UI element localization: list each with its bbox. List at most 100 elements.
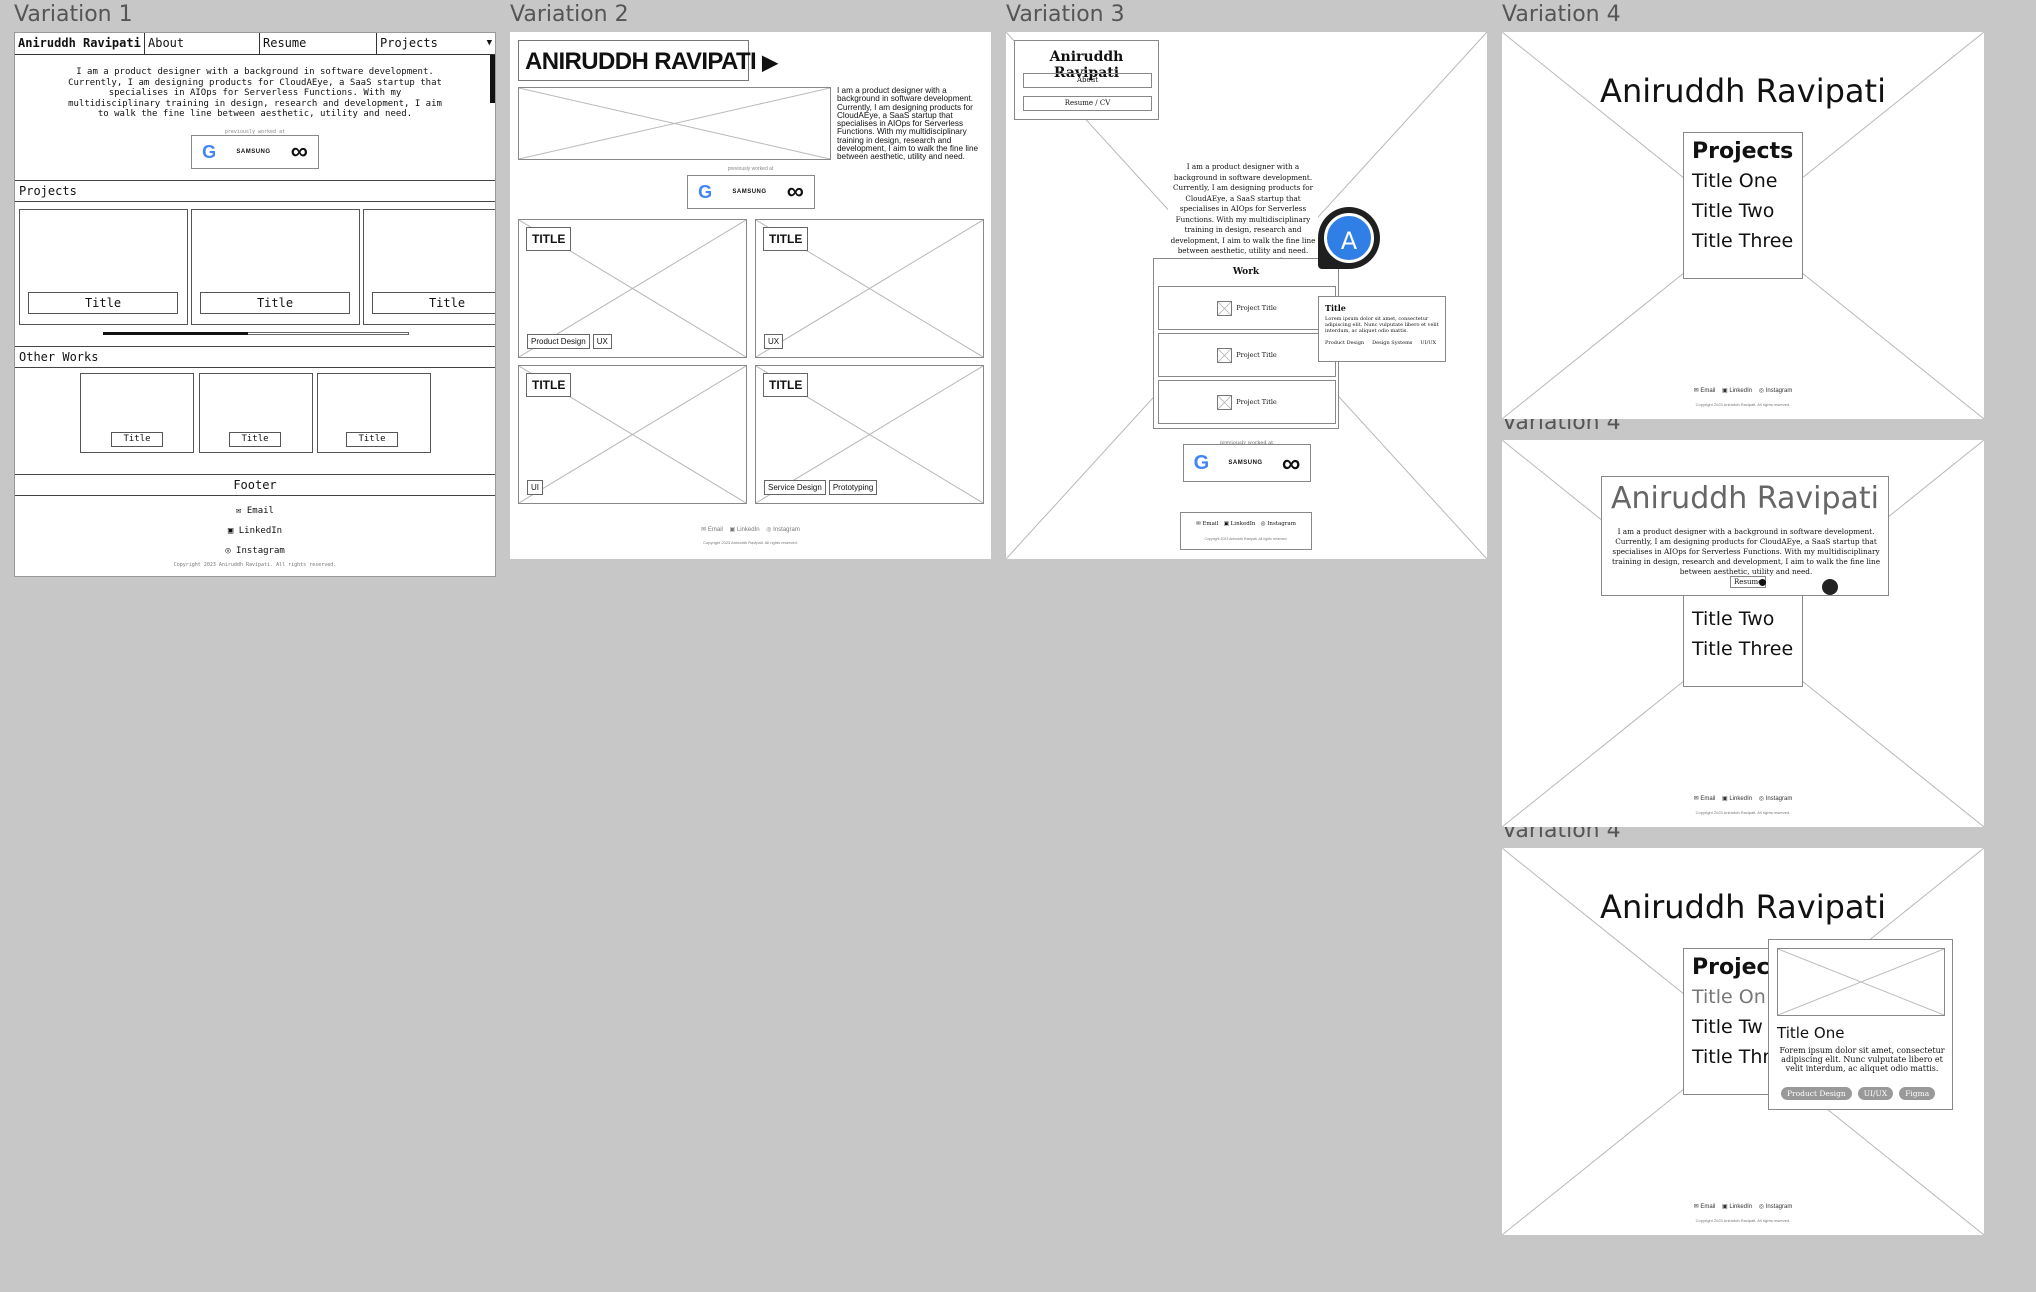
nav-resume[interactable]: Resume (260, 33, 377, 55)
design-canvas: Variation 1 Variation 2 Variation 3 Vari… (0, 0, 2036, 1292)
project-item[interactable]: Title Three (1692, 638, 1794, 660)
play-arrow-icon[interactable]: ▶ (762, 52, 777, 74)
linkedin-label: LinkedIn (238, 526, 283, 536)
project-card-title: Title (28, 292, 178, 314)
hero-image-placeholder (518, 87, 831, 160)
copyright: Copyright 2023 Aniruddh Ravipati. All ri… (1695, 402, 1791, 407)
email-label: Email (1700, 796, 1716, 802)
tag[interactable]: Figma (1899, 1087, 1936, 1100)
company-logos: G SAMSUNG ∞ (1183, 444, 1311, 482)
footer-linkedin-link[interactable]: ▣ LinkedIn (1224, 521, 1256, 527)
project-item[interactable]: Title One (1692, 170, 1794, 192)
frame-variation-3[interactable]: Aniruddh Ravipati About Resume / CV I am… (1006, 32, 1487, 559)
instagram-icon: ◎ (1758, 1204, 1766, 1210)
instagram-label: Instagram (1267, 521, 1296, 527)
project-item[interactable]: Project Title (1158, 286, 1336, 330)
scrollbar[interactable] (490, 55, 495, 103)
project-card[interactable]: TITLE UI (518, 365, 747, 504)
project-card[interactable]: TITLE Service Design Prototyping (755, 365, 984, 504)
projects-heading: Projects (1692, 139, 1794, 164)
project-tags: UI (527, 480, 543, 495)
tag[interactable]: Product Design (1781, 1087, 1852, 1100)
tag[interactable]: Prototyping (828, 480, 878, 495)
image-placeholder (1777, 948, 1945, 1016)
tag[interactable]: UI (527, 480, 543, 495)
google-logo: G (698, 181, 713, 202)
mail-icon: ✉ (701, 527, 708, 533)
footer-email-link[interactable]: ✉ Email (1694, 388, 1716, 394)
frame-label-variation-2[interactable]: Variation 2 (510, 2, 629, 27)
instagram-icon: ◎ (225, 546, 237, 556)
copyright: Copyright 2023 Aniruddh Ravipati. All ri… (1204, 537, 1288, 541)
popup-description: Lorem ipsum dolor sit amet, consectetur … (1325, 316, 1439, 335)
chevron-down-icon: ▼ (486, 38, 492, 48)
footer-instagram-link[interactable]: ◎ Instagram (1261, 521, 1296, 527)
frame-label-variation-3[interactable]: Variation 3 (1006, 2, 1125, 27)
nav-about[interactable]: About (145, 33, 260, 55)
frame-variation-1[interactable]: Aniruddh Ravipati About Resume Projects … (14, 32, 496, 577)
footer-linkedin-link[interactable]: ▣ LinkedIn (1722, 796, 1752, 802)
instagram-label: Instagram (236, 546, 285, 556)
footer-instagram-link[interactable]: ◎ Instagram (1759, 1204, 1793, 1210)
nav-about-button[interactable]: About (1023, 73, 1152, 88)
frame-variation-4b[interactable]: Projects Title One Title Two Title Three… (1502, 440, 1984, 827)
nav-bar: Aniruddh Ravipati About Resume Projects … (15, 33, 495, 55)
samsung-logo: SAMSUNG (1228, 460, 1263, 466)
frame-label-variation-1[interactable]: Variation 1 (14, 2, 133, 27)
footer-linkedin-link[interactable]: ▣ LinkedIn (1722, 388, 1752, 394)
image-placeholder-icon (1217, 300, 1233, 316)
project-card-title: TITLE (763, 227, 809, 251)
footer-linkedin-link[interactable]: ▣ LinkedIn (730, 527, 760, 533)
nav-projects-label: Projects (380, 36, 438, 50)
nav-brand[interactable]: Aniruddh Ravipati (15, 33, 145, 55)
footer-email-link[interactable]: ✉ Email (1694, 1204, 1716, 1210)
linkedin-icon: ▣ (227, 526, 239, 536)
footer-instagram-link[interactable]: ◎ Instagram (766, 527, 800, 533)
frame-label-variation-4a[interactable]: Variation 4 (1502, 2, 1621, 27)
copyright: Copyright 2023 Aniruddh Ravipati. All ri… (1695, 810, 1791, 815)
project-item[interactable]: Title Two (1692, 200, 1794, 222)
nav-resume-button[interactable]: Resume / CV (1023, 96, 1152, 111)
popup-title: Title (1325, 303, 1346, 313)
project-card[interactable]: TITLE Product Design UX (518, 219, 747, 358)
tag[interactable]: UX (764, 334, 784, 349)
toggle-dot[interactable] (1822, 579, 1838, 595)
footer-email-link[interactable]: ✉ Email (1196, 521, 1218, 527)
frame-variation-4c[interactable]: Aniruddh Ravipati Projec Title On Title … (1502, 848, 1984, 1235)
project-tags: Product Design UX (527, 334, 612, 349)
project-preview-popup: Title One Forem ipsum dolor sit amet, co… (1768, 939, 1953, 1110)
avatar[interactable]: A (1324, 213, 1374, 263)
project-item[interactable]: Project Title (1158, 333, 1336, 377)
frame-variation-2[interactable]: ANIRUDDH RAVIPATI ▶ I am a product desig… (510, 32, 991, 559)
other-works-heading: Other Works (15, 346, 495, 368)
tag[interactable]: UI/UX (1857, 1087, 1894, 1100)
frame-variation-4a[interactable]: Aniruddh Ravipati Projects Title One Tit… (1502, 32, 1984, 419)
footer-email-link[interactable]: ✉ Email (15, 506, 495, 516)
project-card-title: Title (372, 292, 495, 314)
tag[interactable]: Product Design (527, 334, 590, 349)
meta-logo: ∞ (786, 178, 804, 205)
nav-projects-dropdown[interactable]: Projects ▼ (377, 33, 495, 55)
meta-logo: ∞ (290, 138, 308, 165)
project-item[interactable]: Title Three (1692, 230, 1794, 252)
footer-email-link[interactable]: ✉ Email (701, 527, 723, 533)
project-card-title: TITLE (763, 373, 809, 397)
linkedin-label: LinkedIn (1729, 388, 1753, 394)
footer-instagram-link[interactable]: ◎ Instagram (1759, 388, 1793, 394)
footer-instagram-link[interactable]: ◎ Instagram (15, 546, 495, 556)
project-tags: Service Design Prototyping (764, 480, 878, 495)
project-item[interactable]: Project Title (1158, 380, 1336, 424)
footer-links: ✉ Email ▣ LinkedIn ◎ Instagram (510, 526, 991, 533)
tag[interactable]: Service Design (764, 480, 826, 495)
footer-links: ✉ Email ▣ LinkedIn ◎ Instagram (1502, 795, 1984, 802)
project-item[interactable]: Title Two (1692, 608, 1794, 630)
page-title: Aniruddh Ravipati (1600, 72, 1886, 110)
popup-title: Title One (1777, 1024, 1845, 1042)
tag[interactable]: UX (592, 334, 612, 349)
footer-instagram-link[interactable]: ◎ Instagram (1759, 796, 1793, 802)
footer-linkedin-link[interactable]: ▣ LinkedIn (1722, 1204, 1752, 1210)
footer-linkedin-link[interactable]: ▣ LinkedIn (15, 526, 495, 536)
carousel-thumb[interactable] (103, 332, 248, 335)
footer-email-link[interactable]: ✉ Email (1694, 796, 1716, 802)
project-card[interactable]: TITLE UX (755, 219, 984, 358)
